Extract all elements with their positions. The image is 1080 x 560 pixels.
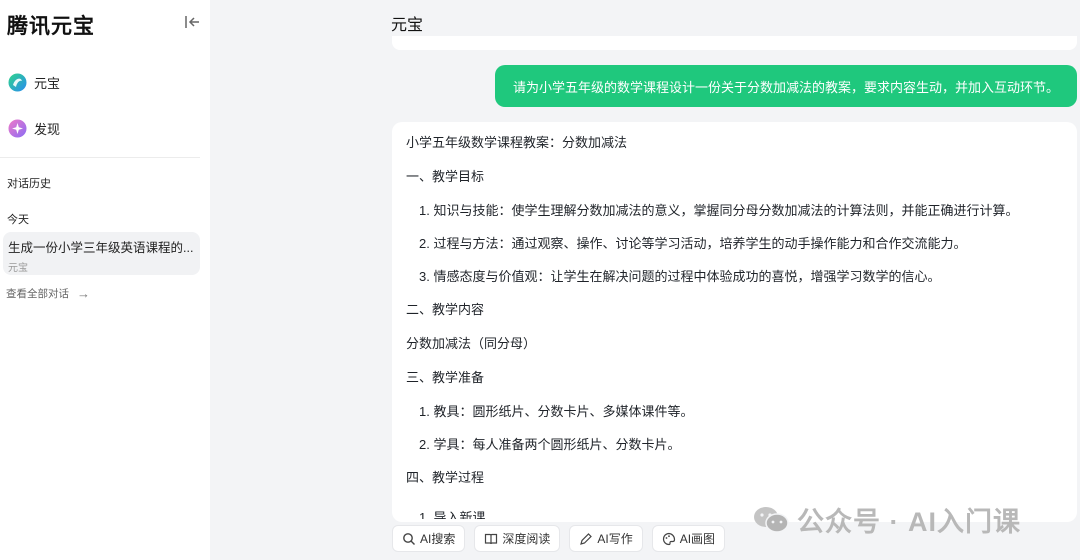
tool-label: AI画图: [679, 532, 716, 546]
discover-icon: [8, 119, 27, 138]
history-heading: 对话历史: [7, 178, 51, 190]
sidebar: 腾讯元宝 元宝 发现 对话历史 今天 生成一份小学三年级英语课程的... 元宝 …: [0, 0, 210, 560]
list-item: 2. 过程与方法：通过观察、操作、讨论等学习活动，培养学生的动手操作能力和合作交…: [419, 236, 967, 251]
yuanbao-logo-icon: [8, 73, 27, 92]
previous-message-card: [392, 36, 1077, 50]
search-icon: [402, 532, 416, 546]
history-item-title: 生成一份小学三年级英语课程的...: [8, 241, 194, 255]
app-brand: 腾讯元宝: [7, 14, 95, 38]
section-heading: 三、教学准备: [406, 370, 485, 385]
sidebar-divider: [0, 157, 200, 158]
view-all-conversations-link[interactable]: 查看全部对话 →: [6, 286, 90, 301]
deep-reading-button[interactable]: 深度阅读: [474, 525, 561, 552]
view-all-label: 查看全部对话: [6, 288, 69, 300]
user-message-bubble: 请为小学五年级的数学课程设计一份关于分数加减法的教案，要求内容生动，并加入互动环…: [494, 65, 1077, 107]
watermark-text: 公众号 · AI入门课: [797, 507, 1021, 537]
pen-icon: [579, 532, 593, 546]
list-item: 1. 教具：圆形纸片、分数卡片、多媒体课件等。: [419, 404, 694, 419]
today-label: 今天: [7, 214, 29, 226]
nav-item-yuanbao[interactable]: 元宝: [8, 69, 60, 95]
wechat-watermark: 公众号 · AI入门课: [753, 500, 1021, 539]
tool-label: AI写作: [597, 532, 633, 546]
history-item[interactable]: 生成一份小学三年级英语课程的... 元宝: [3, 232, 200, 275]
assistant-answer-card: 小学五年级数学课程教案：分数加减法 一、教学目标 1. 知识与技能：使学生理解分…: [392, 122, 1077, 522]
tool-label: 深度阅读: [502, 532, 551, 546]
collapse-sidebar-icon[interactable]: [182, 12, 202, 32]
nav-item-discover[interactable]: 发现: [8, 115, 60, 141]
list-item: 2. 学具：每人准备两个圆形纸片、分数卡片。: [419, 437, 681, 452]
section-heading: 二、教学内容: [406, 302, 485, 317]
section-text: 分数加减法（同分母）: [406, 336, 537, 351]
list-item: 3. 情感态度与价值观：让学生在解决问题的过程中体验成功的喜悦，增强学习数学的信…: [419, 269, 941, 284]
section-heading: 四、教学过程: [406, 470, 485, 485]
palette-icon: [662, 532, 676, 546]
nav-item-label: 发现: [34, 121, 61, 137]
answer-title: 小学五年级数学课程教案：分数加减法: [406, 135, 628, 150]
ai-writing-button[interactable]: AI写作: [569, 525, 643, 552]
book-icon: [484, 532, 498, 546]
ai-search-button[interactable]: AI搜索: [392, 525, 466, 552]
tool-bar: AI搜索 深度阅读 AI写作 AI画图: [392, 525, 726, 552]
page-title: 元宝: [391, 17, 424, 34]
list-item: 1. 知识与技能：使学生理解分数加减法的意义，掌握同分母分数加减法的计算法则，并…: [419, 203, 1019, 218]
tool-label: AI搜索: [420, 532, 456, 546]
wechat-icon: [753, 505, 789, 535]
main-chat-area: 元宝 请为小学五年级的数学课程设计一份关于分数加减法的教案，要求内容生动，并加入…: [210, 0, 1080, 560]
arrow-right-icon: →: [77, 286, 90, 301]
nav-item-label: 元宝: [34, 75, 61, 91]
history-item-subtitle: 元宝: [8, 263, 28, 274]
section-heading: 一、教学目标: [406, 169, 485, 184]
ai-drawing-button[interactable]: AI画图: [651, 525, 726, 552]
